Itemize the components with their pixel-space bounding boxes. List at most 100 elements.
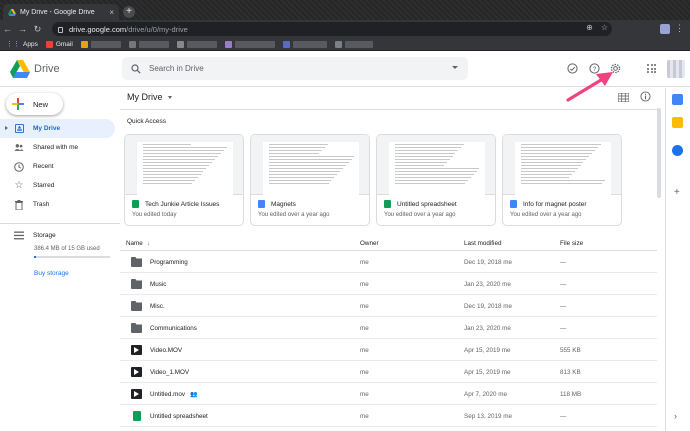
page-title: My Drive bbox=[127, 92, 163, 102]
video-file-icon bbox=[131, 389, 142, 399]
drive-logo-icon[interactable] bbox=[10, 60, 30, 78]
table-row[interactable]: Misc. me Dec 19, 2018 me — bbox=[120, 295, 657, 317]
bookmark-redacted bbox=[186, 40, 217, 48]
sidebar-item-label: Recent bbox=[33, 163, 54, 170]
bookmark-apps[interactable]: ⋮⋮ Apps bbox=[6, 40, 38, 49]
account-avatar[interactable] bbox=[667, 60, 685, 78]
address-bar[interactable]: drive.google.com /drive/u/0/my-drive bbox=[52, 22, 612, 36]
file-name: Misc. bbox=[150, 303, 165, 310]
file-last-modified: Dec 19, 2018 me bbox=[464, 259, 512, 266]
calendar-icon[interactable] bbox=[672, 94, 683, 105]
bookmark-star-icon[interactable]: ☆ bbox=[601, 23, 608, 32]
table-row[interactable]: Music me Jan 23, 2020 me — bbox=[120, 273, 657, 295]
sidebar-item-shared-with-me[interactable]: Shared with me bbox=[0, 138, 120, 157]
bookmark-blurred[interactable] bbox=[176, 40, 217, 48]
search-input[interactable] bbox=[149, 64, 429, 73]
browser-menu-icon[interactable]: ⋮ bbox=[675, 23, 684, 34]
table-row[interactable]: Untitled spreadsheet me Sep 13, 2019 me — bbox=[120, 405, 657, 427]
file-owner: me bbox=[360, 325, 369, 332]
sidebar-item-storage[interactable]: Storage bbox=[0, 226, 120, 245]
bookmark-favicon-icon bbox=[176, 40, 184, 48]
table-row[interactable]: Communications me Jan 23, 2020 me — bbox=[120, 317, 657, 339]
table-row[interactable]: Untitled.mov 👥 me Apr 7, 2020 me 118 MB bbox=[120, 383, 657, 405]
file-size: — bbox=[560, 325, 567, 332]
file-size: 555 KB bbox=[560, 347, 581, 354]
browser-tab[interactable]: My Drive - Google Drive × bbox=[3, 4, 119, 20]
column-last-modified[interactable]: Last modified bbox=[464, 240, 501, 247]
docs-icon bbox=[258, 200, 265, 208]
search-bar[interactable] bbox=[122, 57, 468, 80]
quick-access-card[interactable]: Info for magnet poster You edited over a … bbox=[502, 134, 622, 226]
bookmark-gmail[interactable]: Gmail bbox=[45, 40, 73, 48]
search-icon[interactable] bbox=[131, 63, 141, 74]
file-size: 813 KB bbox=[560, 369, 581, 376]
file-size: — bbox=[560, 413, 567, 420]
column-file-size[interactable]: File size bbox=[560, 240, 583, 247]
bookmark-label: Gmail bbox=[55, 40, 73, 48]
plus-icon bbox=[12, 98, 24, 110]
file-last-modified: Sep 13, 2019 me bbox=[464, 413, 512, 420]
folder-icon bbox=[131, 257, 142, 267]
info-icon[interactable] bbox=[640, 91, 651, 102]
quick-access-cards: Tech Junkie Article Issues You edited tod… bbox=[124, 134, 622, 226]
new-button[interactable]: New bbox=[6, 93, 63, 115]
brand-name[interactable]: Drive bbox=[34, 63, 60, 75]
profile-avatar[interactable] bbox=[660, 24, 670, 34]
bookmark-blurred[interactable] bbox=[334, 40, 373, 48]
sheets-icon bbox=[384, 200, 391, 208]
add-addon-icon[interactable]: + bbox=[674, 187, 680, 198]
storage-progress-fill bbox=[34, 256, 36, 258]
keep-icon[interactable] bbox=[672, 117, 683, 128]
close-tab-icon[interactable]: × bbox=[109, 8, 114, 17]
sort-arrow-icon[interactable]: ↓ bbox=[147, 240, 150, 247]
table-row[interactable]: Programming me Dec 19, 2018 me — bbox=[120, 251, 657, 273]
table-row[interactable]: Video_1.MOV me Apr 15, 2019 me 813 KB bbox=[120, 361, 657, 383]
column-name[interactable]: Name bbox=[126, 240, 143, 247]
bookmark-redacted bbox=[344, 40, 373, 48]
table-row[interactable]: Video.MOV me Apr 15, 2019 me 555 KB bbox=[120, 339, 657, 361]
quick-access-card[interactable]: Magnets You edited over a year ago bbox=[250, 134, 370, 226]
bookmark-favicon-icon bbox=[334, 40, 342, 48]
file-last-modified: Dec 19, 2018 me bbox=[464, 303, 512, 310]
sidebar: New My Drive Shared with me Recent ☆ Sta… bbox=[0, 88, 120, 431]
forward-arrow-icon[interactable]: → bbox=[15, 24, 30, 34]
chevron-right-icon[interactable]: › bbox=[674, 411, 677, 421]
my-drive-title-dropdown[interactable]: My Drive bbox=[127, 92, 172, 102]
column-owner[interactable]: Owner bbox=[360, 240, 379, 247]
quick-access-card[interactable]: Untitled spreadsheet You edited over a ye… bbox=[376, 134, 496, 226]
bookmark-blurred[interactable] bbox=[224, 40, 275, 48]
new-tab-button[interactable]: + bbox=[123, 6, 135, 18]
sidebar-item-my-drive[interactable]: My Drive bbox=[0, 119, 115, 138]
back-arrow-icon[interactable]: ← bbox=[0, 24, 15, 34]
file-owner: me bbox=[360, 259, 369, 266]
sidebar-item-starred[interactable]: ☆ Starred bbox=[0, 176, 120, 195]
reload-icon[interactable]: ↻ bbox=[30, 24, 45, 35]
bookmark-blurred[interactable] bbox=[282, 40, 327, 48]
quick-access-card[interactable]: Tech Junkie Article Issues You edited tod… bbox=[124, 134, 244, 226]
sidebar-item-trash[interactable]: Trash bbox=[0, 195, 120, 214]
file-list: Programming me Dec 19, 2018 me — Music me Jan … bbox=[120, 251, 657, 427]
browser-toolbar: ← → ↻ drive.google.com /drive/u/0/my-dri… bbox=[0, 20, 690, 38]
folder-icon bbox=[131, 301, 142, 311]
scrollbar[interactable] bbox=[657, 108, 661, 198]
tasks-icon[interactable] bbox=[672, 145, 683, 156]
file-last-modified: Jan 23, 2020 me bbox=[464, 281, 511, 288]
grid-view-icon[interactable] bbox=[618, 93, 629, 102]
buy-storage-link[interactable]: Buy storage bbox=[34, 270, 69, 277]
docs-icon bbox=[510, 200, 517, 208]
url-host: drive.google.com bbox=[69, 24, 127, 34]
bookmark-blurred[interactable] bbox=[128, 40, 169, 48]
sidebar-item-recent[interactable]: Recent bbox=[0, 157, 120, 176]
bookmark-blurred[interactable] bbox=[80, 40, 121, 48]
bookmark-redacted bbox=[90, 40, 121, 48]
bookmark-favicon-icon bbox=[224, 40, 232, 48]
file-name: Communications bbox=[150, 325, 197, 332]
file-last-modified: Apr 15, 2019 me bbox=[464, 369, 511, 376]
add-shortcut-icon[interactable]: ⊕ bbox=[586, 23, 593, 32]
google-apps-icon[interactable] bbox=[647, 64, 656, 73]
search-options-icon[interactable] bbox=[452, 66, 458, 69]
card-subtitle: You edited over a year ago bbox=[510, 212, 582, 218]
expand-arrow-icon[interactable] bbox=[5, 126, 8, 130]
card-subtitle: You edited over a year ago bbox=[258, 212, 330, 218]
bookmark-favicon-icon bbox=[80, 40, 88, 48]
